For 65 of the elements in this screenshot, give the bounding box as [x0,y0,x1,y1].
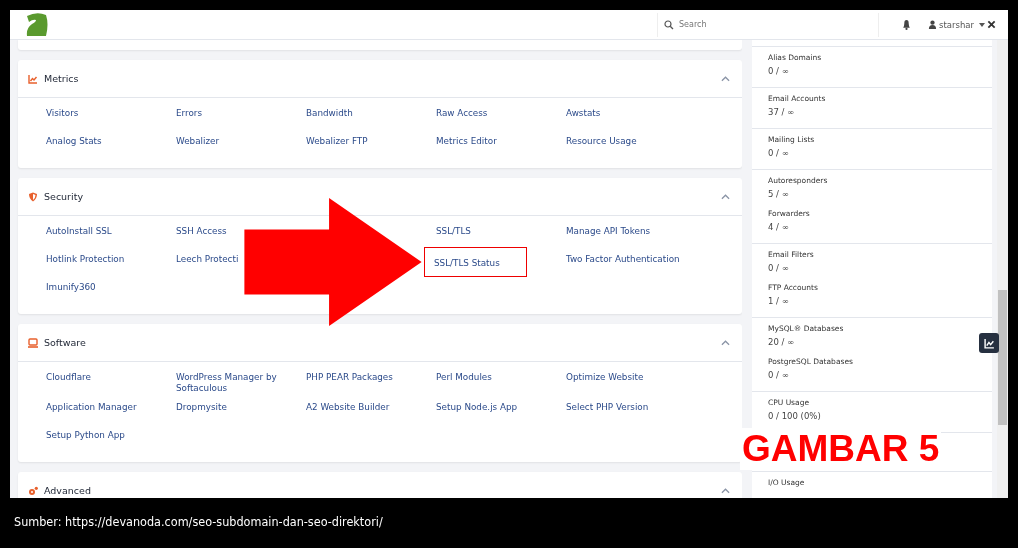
section-title: Advanced [44,485,91,496]
tool-link[interactable]: Raw Access [432,104,492,123]
collapse-chevron-icon[interactable] [721,75,730,82]
stat-value: 1 / ∞ [768,296,790,306]
tool-link[interactable]: Cloudflare [42,368,95,387]
tool-link[interactable]: Setup Node.js App [432,398,522,417]
collapse-chevron-icon[interactable] [721,487,730,494]
collapse-chevron-icon[interactable] [721,193,730,200]
chart-icon [28,73,38,84]
stat-value: 0 / ∞ [768,263,790,273]
tool-link[interactable]: Webalizer [172,132,224,151]
stat-value: 4 / ∞ [768,222,790,232]
tool-link[interactable]: Errors [172,104,207,123]
tool-link[interactable]: Optimize Website [562,368,648,387]
tool-link[interactable]: A2 Website Builder [302,398,394,417]
source-caption: Sumber: https://devanoda.com/seo-subdomain-dan-seo-direktori/ [13,512,384,531]
stat-value: 20 / ∞ [768,337,796,347]
user-icon [928,20,937,29]
stat-value: 5 / ∞ [768,189,790,199]
monitor-icon [28,337,38,348]
tool-link[interactable]: Two Factor Authentication [562,250,684,269]
section-title: Software [44,337,86,348]
figure-label: GAMBAR 5 [740,428,942,470]
section-title: Metrics [44,73,79,84]
stat-value: 0 / 100 (0%) [768,411,822,421]
chart-button[interactable] [979,333,999,353]
close-icon[interactable] [987,20,996,29]
tool-link[interactable]: Hotlink Protection [42,250,129,269]
tool-link[interactable]: SSL/TLS Status [430,254,504,272]
tool-link[interactable]: Select PHP Version [562,398,653,417]
caret-icon [979,22,985,27]
tool-link[interactable]: Analog Stats [42,132,106,151]
tool-link[interactable]: AutoInstall SSL [42,222,116,241]
stat-value: 37 / ∞ [768,107,796,117]
trend-icon [983,337,995,349]
tool-link[interactable]: Bandwidth [302,104,357,123]
tool-link[interactable]: Application Manager [42,398,141,417]
tool-link[interactable]: Perl Modules [432,368,496,387]
bell-icon[interactable] [901,19,912,30]
search-icon [664,19,674,30]
tool-link[interactable]: Leech Protecti [172,250,243,269]
user-menu[interactable]: starshar [928,19,985,30]
tool-link[interactable]: Resource Usage [562,132,641,151]
tool-link[interactable]: Awstats [562,104,605,123]
tool-link[interactable]: Manage API Tokens [562,222,655,241]
tool-link[interactable]: SSL/TLS [432,222,475,241]
stat-value: 0 / ∞ [768,148,790,158]
scrollbar[interactable] [997,40,1008,498]
search-field[interactable]: Search [679,20,859,29]
logo-icon[interactable] [24,11,50,38]
tool-link[interactable]: Webalizer FTP [302,132,372,151]
tool-link[interactable]: Visitors [42,104,83,123]
section-title: Security [44,191,83,202]
tool-link[interactable]: Setup Python App [42,426,129,445]
tool-link[interactable]: WordPress Manager by Softaculous [172,368,298,398]
tool-link[interactable]: Dropmysite [172,398,231,417]
shield-icon [28,191,38,202]
tool-link[interactable]: Metrics Editor [432,132,501,151]
collapse-chevron-icon[interactable] [721,339,730,346]
tool-link[interactable]: PHP PEAR Packages [302,368,397,387]
stat-value: 0 / ∞ [768,370,790,380]
tool-link[interactable]: SSH Access [172,222,231,241]
tool-link[interactable]: Imunify360 [42,278,100,297]
stat-value: 0 / ∞ [768,66,790,76]
scrollbar-thumb[interactable] [998,290,1007,425]
